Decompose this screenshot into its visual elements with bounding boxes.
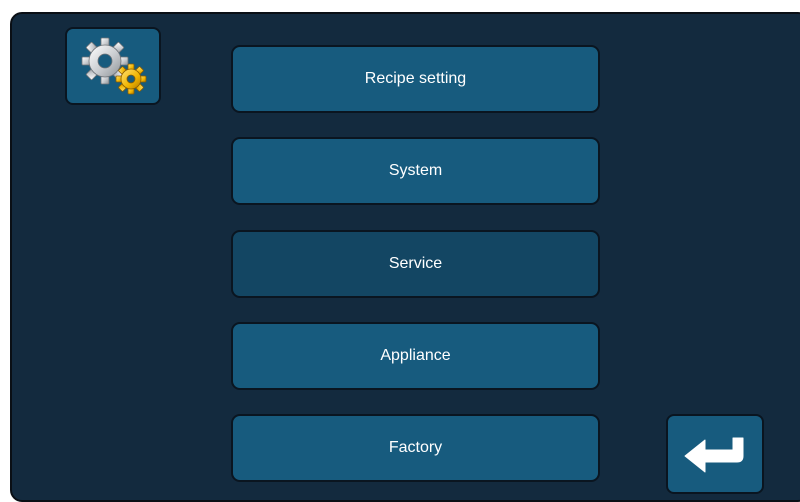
factory-button[interactable]: Factory <box>231 414 600 482</box>
system-button[interactable]: System <box>231 137 600 205</box>
settings-gears-icon <box>81 37 147 95</box>
appliance-button[interactable]: Appliance <box>231 322 600 390</box>
settings-tile <box>65 27 161 105</box>
recipe-setting-button[interactable]: Recipe setting <box>231 45 600 113</box>
back-button[interactable] <box>666 414 764 494</box>
return-arrow-icon <box>684 437 744 473</box>
settings-screen: Recipe setting System Service Appliance … <box>10 12 800 502</box>
service-button[interactable]: Service <box>231 230 600 298</box>
